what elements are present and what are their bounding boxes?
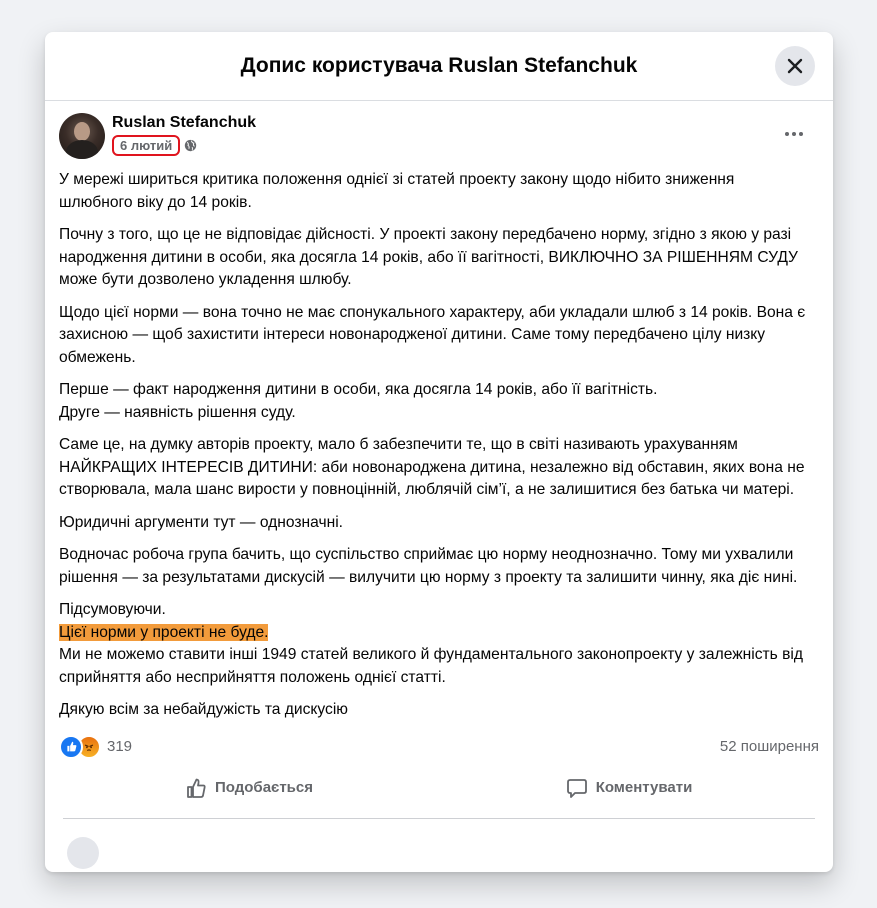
post-paragraph: Саме це, на думку авторів проекту, мало … — [59, 436, 805, 498]
like-label: Подобається — [215, 779, 313, 796]
divider — [63, 817, 815, 819]
post-paragraph: Перше — факт народження дитини в особи, … — [59, 379, 811, 424]
highlighted-line: Цієї норми у проекті не буде. — [59, 623, 269, 641]
post-body: У мережі шириться критика положення одні… — [59, 169, 819, 722]
globe-icon[interactable] — [184, 139, 197, 152]
post-header: Ruslan Stefanchuk 6 лютий — [59, 113, 819, 159]
post-line: Друге — наявність рішення суду. — [59, 403, 296, 421]
post-paragraph: Почну з того, що це не відповідає дійсно… — [59, 226, 798, 288]
post-paragraph: Водночас робоча група бачить, що суспіль… — [59, 546, 798, 586]
reaction-count: 319 — [107, 738, 133, 755]
like-button[interactable]: Подобається — [59, 766, 439, 810]
post-line: Підсумовуючи. — [59, 601, 166, 618]
post-paragraph: Щодо цієї норми — вона точно не має спон… — [59, 303, 806, 366]
post-paragraph: Підсумовуючи. Цієї норми у проекті не бу… — [59, 599, 811, 689]
post-line: Ми не можемо ставити інші 1949 статей ве… — [59, 646, 803, 686]
comment-icon — [566, 778, 587, 798]
more-options-icon — [785, 132, 803, 136]
author-name[interactable]: Ruslan Stefanchuk — [112, 113, 256, 133]
comment-label: Коментувати — [595, 779, 693, 796]
post-paragraph: У мережі шириться критика положення одні… — [59, 171, 735, 211]
share-count[interactable]: 52 поширення — [720, 738, 819, 755]
post-date[interactable]: 6 лютий — [112, 135, 181, 156]
like-reaction-icon — [59, 734, 83, 759]
post-dialog: Допис користувача Ruslan Stefanchuk Rusl… — [45, 32, 833, 872]
reactions-summary[interactable]: 319 — [59, 734, 133, 759]
post-paragraph: Дякую всім за небайдужість та дискусію — [59, 701, 348, 718]
comment-avatar — [67, 836, 99, 869]
post: Ruslan Stefanchuk 6 лютий У мережі ширит… — [45, 101, 833, 869]
dialog-title: Допис користувача Ruslan Stefanchuk — [240, 54, 638, 77]
post-line: Перше — факт народження дитини в особи, … — [59, 381, 658, 398]
post-actions: Подобається Коментувати — [59, 766, 819, 810]
post-paragraph: Юридичні аргументи тут — однозначні. — [59, 513, 343, 531]
comment-button[interactable]: Коментувати — [439, 766, 819, 810]
thumbs-up-icon — [187, 778, 206, 798]
more-options-button[interactable] — [779, 119, 809, 149]
close-icon — [787, 58, 803, 74]
avatar[interactable] — [59, 113, 105, 159]
dialog-header: Допис користувача Ruslan Stefanchuk — [45, 32, 833, 101]
close-button[interactable] — [775, 46, 815, 86]
post-stats: 319 52 поширення — [59, 730, 819, 764]
